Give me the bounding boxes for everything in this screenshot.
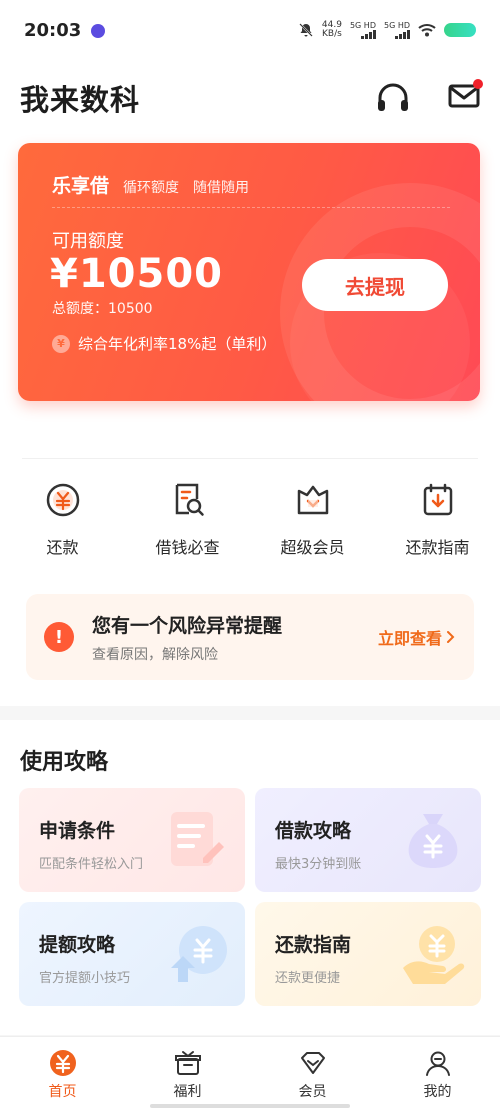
signal-sim1: 5G HD (350, 21, 376, 39)
yuan-up-icon (171, 926, 227, 982)
available-amount: ¥10500 (50, 251, 223, 297)
interest-rate: ¥ 综合年化利率18%起（单利） (52, 333, 276, 354)
signal-bars-icon (360, 29, 376, 39)
view-now-link[interactable]: 立即查看 (378, 625, 456, 649)
money-bag-icon (408, 814, 458, 868)
app-title: 我来数科 (20, 83, 141, 117)
unread-dot (473, 79, 483, 89)
section-title: 使用攻略 (20, 750, 109, 775)
document-search-icon (175, 483, 204, 516)
loan-card[interactable]: 乐享借 循环额度 随借随用 可用额度 ¥10500 总额度：10500 ¥ 综合… (18, 143, 480, 401)
form-edit-icon (171, 812, 224, 866)
risk-alert-banner[interactable]: ! 您有一个风险异常提醒 查看原因，解除风险 立即查看 (26, 594, 474, 680)
guide-card-loan[interactable]: 借款攻略 最快3分钟到账 (255, 788, 481, 892)
member-icon (300, 1052, 325, 1074)
tab-home[interactable]: 首页 (0, 1037, 125, 1111)
gift-icon (174, 1051, 201, 1075)
guide-card-repay-guide[interactable]: 还款指南 还款更便捷 (255, 902, 481, 1006)
shortcut-loan-check[interactable]: 借钱必查 (125, 480, 250, 570)
signal-bars-icon (395, 29, 410, 39)
net-speed: 44.9 KB/s (321, 20, 342, 39)
tab-mine[interactable]: 我的 (375, 1037, 500, 1111)
home-indicator[interactable] (150, 1104, 350, 1108)
total-limit: 总额度：10500 (52, 301, 153, 317)
battery-icon (444, 23, 476, 37)
product-tag: 循环额度 (123, 180, 180, 196)
product-tag: 随借随用 (193, 180, 250, 196)
status-bar: 20:03 44.9 KB/s 5G HD 5G HD (0, 0, 500, 60)
shortcut-repay-guide[interactable]: 还款指南 (375, 480, 500, 570)
mute-bell-icon (299, 23, 313, 37)
shortcut-super-vip[interactable]: 超级会员 (250, 480, 375, 570)
chevron-right-icon (447, 631, 455, 643)
shortcut-row: 还款 借钱必查 超级会员 还款指南 (0, 480, 500, 570)
mail-button[interactable] (448, 79, 483, 113)
calendar-download-icon (423, 483, 452, 516)
tab-welfare[interactable]: 福利 (125, 1037, 250, 1111)
bottom-tab-bar: 首页 福利 会员 我的 (0, 1036, 500, 1111)
signal-sim2: 5G HD (384, 21, 410, 39)
home-yuan-icon (49, 1050, 76, 1076)
guide-section: 使用攻略 申请条件 匹配条件轻松入门 借款攻略 最快3分钟到账 提额攻略 官方提… (0, 720, 500, 1035)
available-label: 可用额度 (52, 231, 124, 252)
guide-card-apply[interactable]: 申请条件 匹配条件轻松入门 (19, 788, 245, 892)
alert-title: 您有一个风险异常提醒 (92, 614, 283, 637)
shortcut-repay[interactable]: 还款 (0, 480, 125, 570)
yuan-circle-icon (46, 483, 79, 517)
alert-subtitle: 查看原因，解除风险 (92, 646, 218, 663)
vip-box-icon (297, 485, 328, 515)
headset-icon[interactable] (376, 83, 410, 113)
app-header: 我来数科 (0, 60, 500, 136)
hand-coin-icon (403, 926, 465, 984)
wifi-icon (418, 24, 436, 37)
notification-badge-icon (91, 24, 106, 38)
withdraw-button[interactable]: 去提现 (302, 259, 448, 311)
profile-icon (425, 1051, 450, 1076)
status-indicators: 44.9 KB/s 5G HD 5G HD (298, 21, 476, 39)
yuan-small-icon: ¥ (52, 334, 70, 353)
product-name: 乐享借 (52, 175, 110, 197)
tab-member[interactable]: 会员 (250, 1037, 375, 1111)
guide-card-raise-limit[interactable]: 提额攻略 官方提额小技巧 (19, 902, 245, 1006)
warning-icon: ! (44, 622, 74, 652)
status-time: 20:03 (24, 19, 82, 41)
